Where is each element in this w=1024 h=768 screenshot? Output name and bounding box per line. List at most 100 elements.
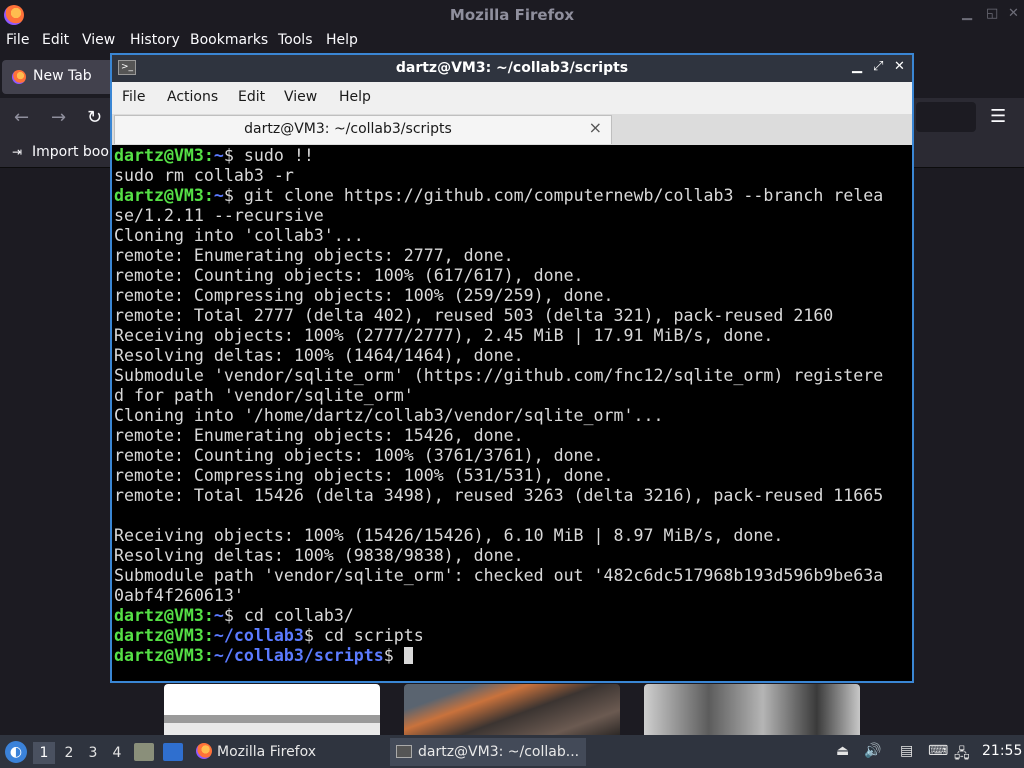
close-icon[interactable]: ✕	[894, 59, 905, 74]
workspace-1[interactable]: 1	[33, 742, 55, 764]
eject-icon[interactable]: ⏏	[836, 743, 849, 759]
prompt-user: dartz@VM3	[114, 146, 204, 165]
minimize-icon[interactable]: ▁	[852, 59, 862, 74]
close-icon[interactable]: ✕	[1008, 6, 1019, 21]
top-site-thumbnail[interactable]	[404, 684, 620, 736]
firefox-menubar: File Edit View History Bookmarks Tools H…	[0, 30, 1024, 54]
menu-view[interactable]: View	[82, 32, 115, 48]
prompt-path: ~	[213, 146, 224, 165]
menu-tools[interactable]: Tools	[278, 32, 313, 48]
terminal-menu-actions[interactable]: Actions	[167, 89, 218, 105]
prompt-command: cd collab3/	[233, 606, 354, 625]
terminal-titlebar[interactable]: >_ dartz@VM3: ~/collab3/scripts ▁ ⤢ ✕	[112, 55, 912, 82]
terminal-output-line: Resolving deltas: 100% (1464/1464), done…	[114, 346, 524, 365]
terminal-output-line: 0abf4f260613'	[114, 586, 244, 605]
terminal-output-line: remote: Compressing objects: 100% (531/5…	[114, 466, 614, 485]
terminal-prompt-line: dartz@VM3:~/collab3/scripts$	[114, 646, 910, 666]
prompt-user: dartz@VM3	[114, 626, 204, 645]
forward-arrow-icon[interactable]: →	[51, 107, 66, 128]
tab-label: New Tab	[33, 68, 92, 84]
close-tab-icon[interactable]: ×	[589, 118, 602, 137]
terminal-output-line: remote: Total 2777 (delta 402), reused 5…	[114, 306, 834, 325]
terminal-output-line: remote: Counting objects: 100% (3761/376…	[114, 446, 604, 465]
firefox-window-title: Mozilla Firefox	[449, 6, 575, 24]
tab-new-tab[interactable]: New Tab	[2, 60, 114, 94]
prompt-path: ~/collab3	[213, 626, 304, 645]
task-firefox[interactable]: Mozilla Firefox	[192, 738, 382, 766]
terminal-prompt-line: dartz@VM3:~$ sudo !!	[114, 146, 314, 165]
firefox-tab-icon	[12, 70, 26, 84]
menu-history[interactable]: History	[130, 32, 180, 48]
terminal-output-line: remote: Compressing objects: 100% (259/2…	[114, 286, 614, 305]
top-site-thumbnail[interactable]	[644, 684, 860, 736]
terminal-output-line: Receiving objects: 100% (15426/15426), 6…	[114, 526, 784, 545]
url-bar[interactable]	[916, 102, 976, 132]
menu-bookmarks[interactable]: Bookmarks	[190, 32, 268, 48]
start-menu-icon[interactable]: ◐	[5, 741, 27, 763]
terminal-output-line: Submodule path 'vendor/sqlite_orm': chec…	[114, 566, 884, 585]
show-desktop-icon[interactable]	[163, 743, 183, 761]
prompt-path: ~	[213, 606, 224, 625]
network-icon[interactable]: 🖧	[954, 743, 970, 767]
firefox-icon	[196, 743, 212, 759]
taskbar: ◐ 1 2 3 4 Mozilla Firefox dartz@VM3: ~/c…	[0, 735, 1024, 768]
menu-help[interactable]: Help	[326, 32, 358, 48]
terminal-output-line: Resolving deltas: 100% (9838/9838), done…	[114, 546, 524, 565]
terminal-output-line: Receiving objects: 100% (2777/2777), 2.4…	[114, 326, 774, 345]
prompt-command: sudo !!	[233, 146, 314, 165]
prompt-user: dartz@VM3	[114, 606, 204, 625]
maximize-icon[interactable]: ⤢	[873, 59, 883, 74]
task-terminal-label: dartz@VM3: ~/collab...	[418, 744, 580, 760]
terminal-icon	[396, 745, 412, 758]
terminal-menu-edit[interactable]: Edit	[238, 89, 265, 105]
prompt-user: dartz@VM3	[114, 646, 204, 665]
terminal-tab-title: dartz@VM3: ~/collab3/scripts	[244, 121, 452, 137]
top-site-thumbnail[interactable]	[164, 684, 380, 736]
firefox-titlebar: Mozilla Firefox ▁ ◱ ✕	[0, 0, 1024, 30]
menu-file[interactable]: File	[6, 32, 29, 48]
terminal-tab[interactable]: dartz@VM3: ~/collab3/scripts ×	[114, 115, 612, 144]
terminal-output-line: remote: Total 15426 (delta 3498), reused…	[114, 486, 884, 505]
import-bookmarks-button[interactable]: ⇥ Import book	[12, 144, 117, 160]
maximize-icon[interactable]: ◱	[986, 6, 998, 21]
prompt-command: git clone https://github.com/computernew…	[233, 186, 884, 205]
terminal-output-line: Cloning into '/home/dartz/collab3/vendor…	[114, 406, 664, 425]
terminal-output-line: remote: Enumerating objects: 15426, done…	[114, 426, 524, 445]
task-terminal[interactable]: dartz@VM3: ~/collab...	[390, 738, 586, 766]
volume-icon[interactable]: 🔊	[864, 743, 881, 759]
terminal-output-line: se/1.2.11 --recursive	[114, 206, 324, 225]
terminal-prompt-line: dartz@VM3:~$ cd collab3/	[114, 606, 354, 625]
file-manager-icon[interactable]	[134, 743, 154, 761]
back-arrow-icon[interactable]: ←	[14, 107, 29, 128]
prompt-path: ~/collab3/scripts	[213, 646, 384, 665]
terminal-window: >_ dartz@VM3: ~/collab3/scripts ▁ ⤢ ✕ Fi…	[110, 53, 914, 683]
terminal-prompt-line: dartz@VM3:~$ git clone https://github.co…	[114, 186, 884, 205]
terminal-menu-view[interactable]: View	[284, 89, 317, 105]
task-firefox-label: Mozilla Firefox	[217, 744, 317, 760]
terminal-menu-help[interactable]: Help	[339, 89, 371, 105]
terminal-output-line: Submodule 'vendor/sqlite_orm' (https://g…	[114, 366, 884, 385]
workspace-3[interactable]: 3	[82, 742, 104, 764]
terminal-window-title: dartz@VM3: ~/collab3/scripts	[395, 60, 629, 76]
prompt-path: ~	[213, 186, 224, 205]
import-bookmarks-label: Import book	[32, 144, 118, 160]
terminal-output-line: Cloning into 'collab3'...	[114, 226, 364, 245]
terminal-prompt-line: dartz@VM3:~/collab3$ cd scripts	[114, 626, 424, 645]
prompt-user: dartz@VM3	[114, 186, 204, 205]
minimize-icon[interactable]: ▁	[962, 6, 972, 21]
terminal-output[interactable]: dartz@VM3:~$ sudo !! sudo rm collab3 -r da…	[114, 146, 910, 681]
clipboard-icon[interactable]: ▤	[900, 743, 913, 759]
workspace-4[interactable]: 4	[106, 742, 128, 764]
terminal-output-line: remote: Enumerating objects: 2777, done.	[114, 246, 514, 265]
menu-edit[interactable]: Edit	[42, 32, 69, 48]
reload-icon[interactable]: ↻	[87, 107, 102, 128]
keyboard-icon[interactable]: ⌨	[928, 743, 948, 759]
terminal-menubar: File Actions Edit View Help	[112, 82, 912, 114]
prompt-command	[394, 646, 404, 665]
hamburger-menu-icon[interactable]: ☰	[990, 106, 1006, 127]
terminal-output-line: d for path 'vendor/sqlite_orm'	[114, 386, 414, 405]
workspace-2[interactable]: 2	[58, 742, 80, 764]
import-icon: ⇥	[12, 145, 23, 159]
terminal-menu-file[interactable]: File	[122, 89, 145, 105]
